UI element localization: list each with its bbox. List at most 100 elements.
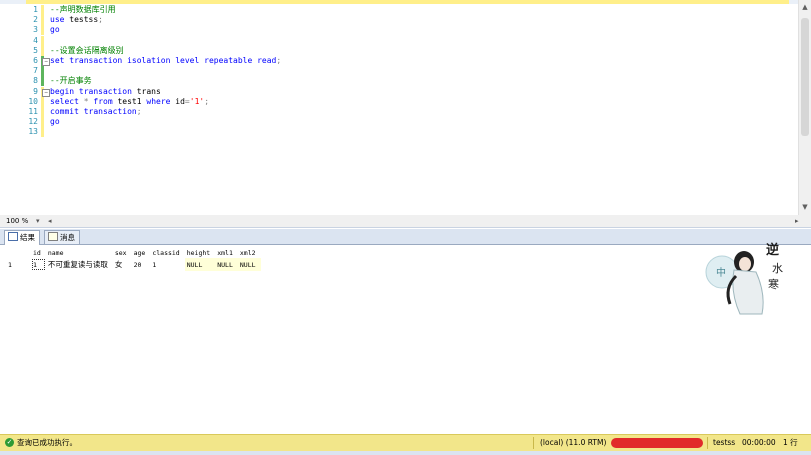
code-token: ; — [276, 56, 282, 65]
grid-cell[interactable]: NULL — [237, 258, 261, 271]
grid-cell[interactable]: 不可重复读与读取 — [46, 258, 113, 271]
svg-text:水: 水 — [772, 262, 783, 275]
collapse-region-icon[interactable]: − — [42, 88, 50, 97]
column-header[interactable]: height — [184, 248, 216, 258]
line-number: 3 — [33, 25, 38, 35]
mascot-decoration: 中 逆 水 寒 — [705, 242, 783, 315]
zoom-dropdown-icon[interactable]: ▾ — [36, 215, 40, 227]
grid-cell[interactable]: 1 — [150, 258, 184, 271]
code-token: go — [50, 117, 60, 127]
column-header[interactable] — [6, 248, 31, 258]
code-token: commit transaction — [50, 107, 137, 116]
grid-cell[interactable]: 1 — [31, 258, 46, 271]
modified-indicator — [26, 0, 789, 4]
code-line[interactable]: use testss; — [50, 15, 103, 25]
message-icon — [48, 232, 58, 241]
line-number: 2 — [33, 15, 38, 25]
code-token: ; — [204, 96, 210, 106]
tab-results[interactable]: 结果 — [4, 230, 40, 245]
column-header[interactable]: classid — [150, 248, 185, 258]
editor-top-strip — [0, 0, 811, 4]
column-header[interactable]: xml2 — [237, 248, 261, 258]
code-line[interactable]: --设置会话隔离级别 — [50, 46, 124, 56]
elapsed-time: 00:00:00 — [742, 438, 776, 447]
code-token: test1 — [112, 96, 147, 106]
code-token: testss — [64, 15, 99, 25]
row-number[interactable]: 1 — [6, 258, 31, 271]
grid-cell[interactable]: 20 — [132, 258, 151, 271]
svg-text:逆: 逆 — [766, 242, 779, 258]
line-number: 13 — [28, 127, 38, 137]
code-line[interactable]: go — [50, 25, 60, 35]
code-line[interactable]: --开启事务 — [50, 76, 92, 86]
svg-text:寒: 寒 — [768, 277, 779, 291]
tab-messages[interactable]: 消息 — [44, 230, 80, 244]
code-token: id — [170, 96, 185, 106]
code-token: --声明数据库引用 — [50, 5, 116, 14]
code-token: '1' — [189, 96, 205, 106]
line-number: 6 — [33, 56, 38, 65]
grid-cell[interactable]: 女 — [113, 258, 132, 271]
scroll-up-arrow-icon[interactable]: ▲ — [800, 2, 810, 12]
tab-messages-label: 消息 — [60, 233, 75, 242]
zoom-level[interactable]: 100 % — [6, 215, 28, 227]
status-bar: ✓ 查询已成功执行。 (local) (11.0 RTM) testss 00:… — [0, 434, 811, 451]
editor-vertical-scrollbar[interactable]: ▲ ▼ — [798, 0, 811, 215]
column-header[interactable]: id — [31, 248, 46, 258]
change-marker — [41, 35, 44, 46]
scroll-down-arrow-icon[interactable]: ▼ — [800, 202, 810, 212]
svg-text:中: 中 — [716, 266, 726, 279]
code-token: from — [93, 96, 113, 106]
line-number: 12 — [28, 117, 38, 127]
code-token: set transaction isolation level repeatab… — [50, 56, 277, 65]
grid-cell[interactable]: NULL — [184, 258, 216, 271]
results-tabstrip: 结果 消息 — [0, 229, 811, 245]
change-marker — [41, 107, 44, 117]
change-marker — [41, 25, 44, 36]
change-marker — [41, 15, 44, 26]
line-number: 7 — [33, 66, 38, 76]
column-header[interactable]: xml1 — [215, 248, 238, 258]
code-token: ; — [136, 107, 142, 116]
code-line[interactable]: go — [50, 117, 60, 127]
change-marker — [41, 66, 44, 77]
code-line[interactable]: begin transaction trans — [50, 87, 161, 97]
change-marker — [41, 96, 44, 107]
code-token: trans — [131, 86, 161, 96]
window-bottom-edge — [0, 451, 811, 455]
database-name: testss — [713, 438, 736, 447]
grid-body: 1 1 不可重复读与读取女 20 1 NULL NULL NULL — [6, 258, 261, 271]
code-line[interactable]: set transaction isolation level repeatab… — [50, 56, 281, 66]
scrollbar-thumb[interactable] — [801, 18, 809, 136]
tab-results-label: 结果 — [20, 233, 35, 242]
line-number: 9 — [33, 86, 38, 96]
change-marker — [41, 45, 44, 56]
redaction-mark — [611, 438, 703, 448]
row-count: 1 行 — [783, 438, 798, 447]
code-token: begin transaction — [50, 86, 132, 96]
code-line[interactable]: commit transaction; — [50, 107, 142, 117]
results-grid[interactable]: id name sex age classid height xml1 xml2 1 1 不可重复… — [6, 248, 261, 271]
line-number: 5 — [33, 45, 38, 55]
collapse-region-icon[interactable]: − — [42, 58, 50, 66]
status-divider — [707, 437, 708, 449]
code-token: where — [146, 96, 171, 106]
table-row[interactable]: 1 1 不可重复读与读取女 20 1 NULL NULL NULL — [6, 258, 261, 271]
column-header[interactable]: age — [131, 248, 151, 258]
query-editor[interactable]: 1 2 3 4 5 6−7 8 9−10 11 12 13 --声明数据库引用 use testss;… — [0, 0, 811, 216]
success-check-icon: ✓ — [5, 438, 14, 447]
grid-icon — [8, 232, 18, 241]
code-token: select — [50, 96, 79, 106]
column-header[interactable]: name — [45, 248, 113, 258]
code-line[interactable]: --声明数据库引用 — [50, 5, 116, 15]
line-number: 8 — [33, 76, 38, 86]
grid-cell[interactable]: NULL — [215, 258, 238, 271]
scroll-left-arrow-icon[interactable]: ◂ — [48, 215, 52, 227]
status-divider — [533, 437, 534, 449]
results-pane: id name sex age classid height xml1 xml2 1 1 不可重复… — [0, 245, 811, 433]
code-line[interactable]: select * from test1 where id='1'; — [50, 97, 209, 107]
column-header[interactable]: sex — [112, 248, 132, 258]
scroll-right-arrow-icon[interactable]: ▸ — [795, 215, 799, 227]
code-token: go — [50, 25, 60, 35]
status-message: 查询已成功执行。 — [17, 438, 77, 447]
